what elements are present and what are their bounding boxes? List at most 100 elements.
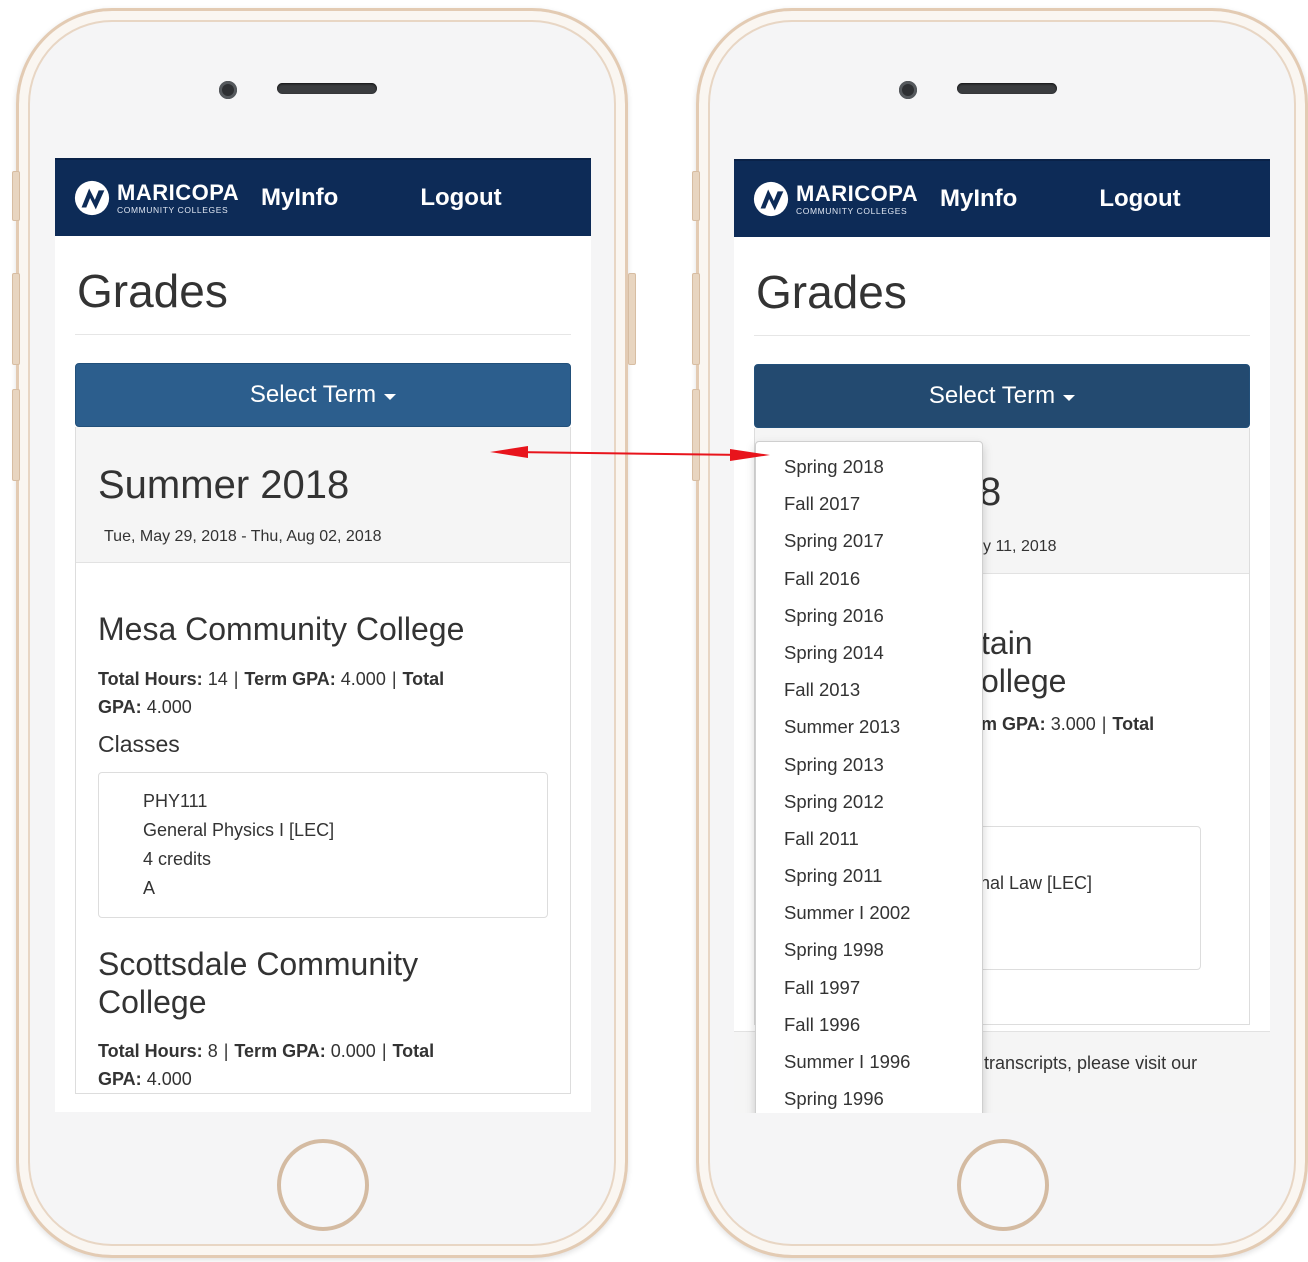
screen: MARICOPA COMMUNITY COLLEGES MyInfo Logou… (55, 158, 591, 1112)
total-hours-label: Total Hours: (98, 668, 203, 689)
total-hours-value: 14 (207, 668, 228, 689)
nav-logout-link[interactable]: Logout (1099, 185, 1180, 213)
page-title: Grades (756, 266, 907, 318)
classes-heading: Classes (98, 730, 180, 757)
term-option[interactable]: Fall 2013 (756, 671, 982, 708)
term-header: Summer 2018 Tue, May 29, 2018 - Thu, Aug… (76, 427, 570, 563)
term-panel: Summer 2018 Tue, May 29, 2018 - Thu, Aug… (75, 427, 571, 1095)
college-stats: Total Hours: 14 | Term GPA: 4.000 | Total GP… (98, 668, 445, 717)
nav-logout-link[interactable]: Logout (420, 184, 501, 212)
total-gpa-label-cont: GPA: (98, 696, 142, 717)
class-grade: A (143, 877, 156, 898)
total-gpa-value: 4.000 (146, 1069, 192, 1090)
speaker-grille (957, 83, 1057, 94)
caret-down-icon (384, 393, 397, 400)
class-card: PHY111 General Physics I [LEC] 4 credits… (98, 771, 548, 918)
term-option[interactable]: Summer 2013 (756, 708, 982, 745)
term-option[interactable]: Fall 2016 (756, 560, 982, 597)
class-title: General Physics I [LEC] (143, 819, 335, 840)
term-option[interactable]: Fall 1997 (756, 969, 982, 1006)
footer-text: transcripts, please visit our (984, 1053, 1198, 1073)
term-gpa-label: Term GPA: (234, 1041, 326, 1062)
total-gpa-label: Total (392, 1041, 435, 1062)
mute-switch (12, 171, 20, 221)
term-option[interactable]: Fall 1996 (756, 1006, 982, 1043)
class-code: PHY111 (143, 790, 208, 811)
page-title: Grades (77, 265, 228, 317)
camera-icon (899, 81, 917, 99)
college-name: tain ollege (981, 624, 1066, 700)
total-gpa-label: Total (1112, 714, 1155, 734)
term-option[interactable]: Spring 2017 (756, 522, 982, 559)
college-stats: m GPA: 3.000 | Total (981, 714, 1155, 734)
maricopa-logo-icon (753, 181, 789, 217)
navbar: MARICOPA COMMUNITY COLLEGES MyInfo Logou… (55, 158, 591, 236)
term-option[interactable]: Spring 2012 (756, 783, 982, 820)
volume-up-button (12, 273, 20, 365)
term-option[interactable]: Fall 2017 (756, 485, 982, 522)
volume-up-button (692, 273, 700, 365)
select-term-label: Select Term (928, 382, 1056, 409)
total-gpa-value: 4.000 (146, 696, 192, 717)
term-title: Summer 2018 (98, 463, 350, 507)
term-gpa-label: m GPA: (981, 714, 1046, 734)
mute-switch (692, 171, 700, 221)
volume-down-button (692, 389, 700, 481)
maricopa-logo[interactable]: MARICOPA COMMUNITY COLLEGES (73, 179, 243, 217)
term-gpa-value: 0.000 (330, 1041, 376, 1062)
caret-down-icon (1063, 394, 1076, 401)
maricopa-logo-icon (74, 180, 110, 216)
term-option[interactable]: Summer I 2002 (756, 894, 982, 931)
term-dropdown-menu: Spring 2018 Fall 2017 Spring 2017 Fall 2016… (755, 441, 983, 1113)
college-name-line1: tain (981, 625, 1033, 661)
volume-down-button (12, 389, 20, 481)
college-name: Mesa Community College (98, 611, 465, 647)
home-button[interactable] (277, 1139, 369, 1231)
title-divider (75, 334, 571, 335)
college-name-line1: Scottsdale Community (98, 945, 419, 982)
class-card: nal Law [LEC] (955, 826, 1201, 970)
term-option[interactable]: Spring 2011 (756, 857, 982, 894)
power-button (628, 273, 636, 365)
nav-myinfo-link[interactable]: MyInfo (940, 185, 1017, 213)
term-option[interactable]: Spring 2018 (756, 448, 982, 485)
select-term-button[interactable]: Select Term (754, 364, 1250, 428)
term-option[interactable]: Spring 2013 (756, 746, 982, 783)
term-dates: Tue, May 29, 2018 - Thu, Aug 02, 2018 (104, 528, 382, 545)
term-option[interactable]: Fall 2011 (756, 820, 982, 857)
home-button[interactable] (957, 1139, 1049, 1231)
nav-myinfo-link[interactable]: MyInfo (261, 184, 338, 212)
maricopa-logo[interactable]: MARICOPA COMMUNITY COLLEGES (752, 180, 922, 218)
term-gpa-value: 3.000 (1050, 714, 1096, 734)
total-gpa-label-cont: GPA: (98, 1069, 142, 1090)
total-gpa-label: Total (402, 668, 445, 689)
term-gpa-label: Term GPA: (244, 668, 336, 689)
college-name-line2: College (98, 983, 207, 1020)
title-divider (754, 335, 1250, 336)
screen: MARICOPA COMMUNITY COLLEGES MyInfo Logou… (734, 159, 1270, 1113)
term-option[interactable]: Summer I 1996 (756, 1043, 982, 1080)
college-name: Scottsdale Community College (98, 946, 548, 1022)
brand-subtitle: COMMUNITY COLLEGES (796, 205, 908, 216)
term-option[interactable]: Spring 1996 (756, 1080, 982, 1113)
brand-subtitle: COMMUNITY COLLEGES (117, 204, 229, 215)
brand-name: MARICOPA (117, 179, 240, 205)
total-hours-value: 8 (207, 1041, 218, 1062)
brand-name: MARICOPA (796, 180, 919, 206)
college-name-line2: ollege (981, 663, 1067, 699)
class-title: nal Law [LEC] (980, 873, 1093, 893)
select-term-label: Select Term (249, 381, 377, 408)
term-option[interactable]: Spring 2016 (756, 597, 982, 634)
term-gpa-value: 4.000 (340, 668, 386, 689)
phone-left: MARICOPA COMMUNITY COLLEGES MyInfo Logou… (12, 8, 636, 1258)
navbar: MARICOPA COMMUNITY COLLEGES MyInfo Logou… (734, 159, 1270, 237)
camera-icon (219, 81, 237, 99)
total-hours-label: Total Hours: (98, 1041, 203, 1062)
term-dates: y 11, 2018 (983, 538, 1057, 555)
term-option[interactable]: Spring 2014 (756, 634, 982, 671)
term-option[interactable]: Spring 1998 (756, 931, 982, 968)
term-body: Mesa Community College Total Hours: 14 | T… (76, 563, 570, 1093)
class-credits: 4 credits (143, 848, 212, 869)
select-term-button[interactable]: Select Term (75, 363, 571, 427)
speaker-grille (277, 83, 377, 94)
